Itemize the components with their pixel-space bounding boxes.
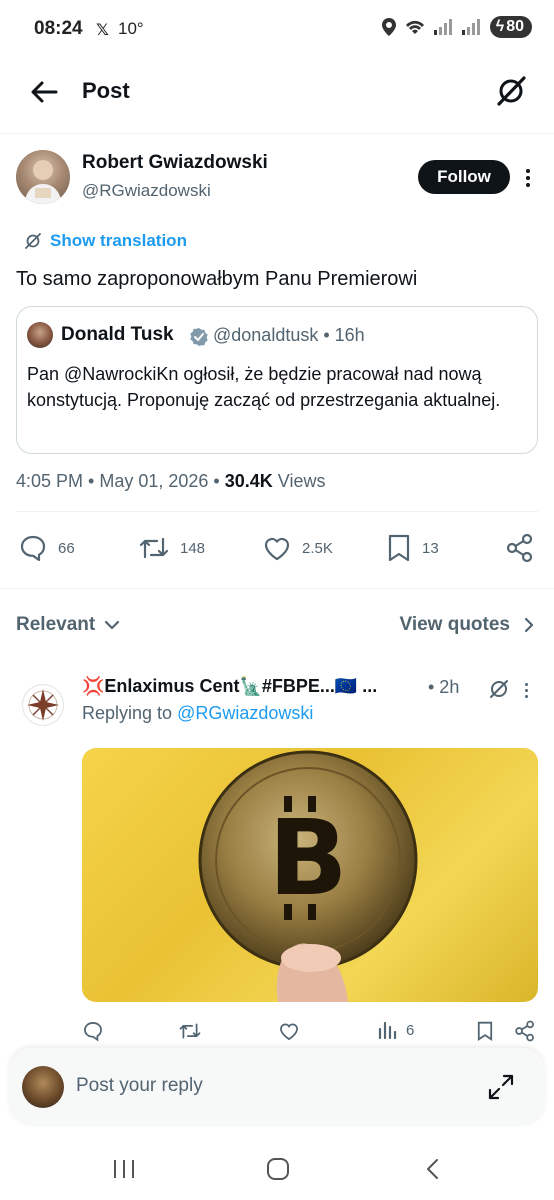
reply-more-options-button[interactable] bbox=[520, 680, 532, 700]
like-button[interactable]: 2.5K bbox=[262, 533, 333, 563]
verified-badge-icon bbox=[189, 327, 209, 347]
reply-views-count: 6 bbox=[406, 1021, 415, 1039]
repost-count: 148 bbox=[180, 539, 206, 557]
quoted-post[interactable]: Donald Tusk @donaldtusk • 16h Pan @Nawro… bbox=[16, 306, 538, 454]
sort-relevant-dropdown[interactable]: Relevant bbox=[16, 614, 121, 636]
signal-2-icon bbox=[461, 19, 480, 35]
show-translation-label: Show translation bbox=[50, 231, 187, 250]
quote-text: Pan @NawrockiKn ogłosił, że będzie praco… bbox=[27, 364, 501, 410]
svg-text:B: B bbox=[268, 797, 347, 919]
reply-count: 66 bbox=[58, 539, 75, 557]
show-translation-link[interactable]: Show translation bbox=[24, 231, 187, 251]
views-label: Views bbox=[272, 471, 326, 491]
recent-apps-button[interactable] bbox=[112, 1158, 136, 1180]
grok-icon bbox=[490, 680, 508, 698]
reply-time: • 2h bbox=[428, 677, 460, 697]
heart-icon bbox=[280, 1023, 298, 1041]
bookmark-icon bbox=[477, 1021, 493, 1041]
wifi-icon bbox=[405, 20, 424, 34]
post-text: To samo zaproponowałbym Panu Premierowi bbox=[16, 268, 418, 290]
reply-button[interactable]: 66 bbox=[18, 533, 75, 563]
charging-icon: ϟ bbox=[495, 18, 505, 35]
repost-button[interactable]: 148 bbox=[138, 533, 205, 563]
quote-author-avatar bbox=[27, 322, 53, 348]
recent-apps-icon bbox=[114, 1160, 134, 1178]
post-metadata: 4:05 PM • May 01, 2026 • 30.4K Views bbox=[16, 471, 325, 492]
post-timestamp: 4:05 PM • May 01, 2026 • bbox=[16, 471, 225, 491]
like-count: 2.5K bbox=[302, 539, 333, 557]
expand-composer-button[interactable] bbox=[486, 1072, 516, 1102]
more-options-button[interactable] bbox=[518, 164, 538, 192]
share-icon bbox=[515, 1020, 534, 1042]
bookmark-button[interactable]: 13 bbox=[386, 533, 439, 563]
comment-icon bbox=[20, 535, 46, 562]
compass-rose-icon bbox=[27, 689, 59, 721]
reply-reply-button[interactable] bbox=[82, 1020, 104, 1042]
reply-composer[interactable]: Post your reply bbox=[10, 1048, 544, 1126]
repost-icon bbox=[179, 1023, 201, 1039]
share-button[interactable] bbox=[506, 533, 534, 563]
signal-icon bbox=[433, 19, 452, 35]
status-icons: ϟ 80 bbox=[381, 16, 532, 38]
grok-button[interactable] bbox=[494, 74, 528, 108]
sort-label: Relevant bbox=[16, 614, 96, 635]
divider bbox=[16, 511, 538, 512]
status-bar: 08:24 𝕏 10° ϟ 80 bbox=[0, 0, 554, 60]
follow-button[interactable]: Follow bbox=[418, 160, 510, 194]
bookmark-icon bbox=[388, 534, 410, 562]
replying-to: Replying to @RGwiazdowski bbox=[82, 703, 314, 723]
reply-repost-button[interactable] bbox=[178, 1020, 202, 1042]
comment-icon bbox=[84, 1022, 102, 1042]
chevron-left-icon bbox=[427, 1159, 438, 1179]
home-icon bbox=[267, 1158, 289, 1180]
system-navigation-bar bbox=[0, 1140, 554, 1200]
chevron-down-icon bbox=[105, 620, 120, 630]
status-time: 08:24 bbox=[34, 18, 83, 39]
current-user-avatar bbox=[22, 1066, 64, 1108]
reply-share-button[interactable] bbox=[514, 1020, 536, 1042]
replying-to-handle[interactable]: @RGwiazdowski bbox=[177, 703, 313, 723]
views-count: 30.4K bbox=[224, 471, 273, 491]
status-temperature: 10° bbox=[118, 19, 144, 38]
analytics-icon bbox=[378, 1021, 397, 1040]
divider bbox=[0, 133, 554, 134]
system-back-button[interactable] bbox=[424, 1158, 442, 1180]
back-button[interactable] bbox=[28, 76, 60, 108]
reply-bookmark-button[interactable] bbox=[476, 1020, 494, 1042]
author-name[interactable]: Robert Gwiazdowski bbox=[82, 152, 268, 174]
home-button[interactable] bbox=[266, 1158, 290, 1180]
bookmark-count: 13 bbox=[422, 539, 439, 557]
reply-media-image[interactable]: B bbox=[82, 748, 538, 1002]
arrow-left-icon bbox=[31, 81, 58, 103]
x-notification-icon: 𝕏 bbox=[96, 22, 109, 39]
chevron-right-icon bbox=[524, 617, 534, 633]
page-title: Post bbox=[82, 78, 130, 103]
repost-icon bbox=[139, 537, 169, 559]
battery-indicator: ϟ 80 bbox=[489, 16, 532, 38]
quote-author-name: Donald Tusk bbox=[61, 324, 174, 345]
divider bbox=[0, 588, 554, 589]
grok-icon bbox=[497, 76, 526, 106]
author-handle[interactable]: @RGwiazdowski bbox=[82, 181, 211, 201]
expand-icon bbox=[488, 1074, 514, 1100]
top-app-bar: Post bbox=[0, 60, 554, 124]
reply-like-button[interactable] bbox=[278, 1020, 300, 1042]
battery-level: 80 bbox=[506, 18, 524, 35]
grok-icon bbox=[25, 233, 41, 249]
reply-author-name[interactable]: 💢Enlaximus Cent🗽#FBPE...🇪🇺 ... bbox=[82, 676, 416, 697]
heart-icon bbox=[264, 537, 290, 561]
reply-views-button[interactable]: 6 bbox=[378, 1020, 414, 1040]
view-quotes-label: View quotes bbox=[399, 614, 510, 635]
bitcoin-coin-image: B bbox=[198, 750, 418, 1002]
reply-grok-button[interactable] bbox=[488, 678, 510, 700]
reply-input[interactable]: Post your reply bbox=[76, 1075, 203, 1097]
view-quotes-link[interactable]: View quotes bbox=[399, 614, 536, 636]
reply-author-avatar[interactable] bbox=[22, 684, 64, 726]
share-icon bbox=[506, 533, 533, 563]
author-avatar[interactable] bbox=[16, 150, 70, 204]
location-icon bbox=[381, 18, 396, 36]
quote-author-handle: @donaldtusk • 16h bbox=[213, 325, 365, 345]
